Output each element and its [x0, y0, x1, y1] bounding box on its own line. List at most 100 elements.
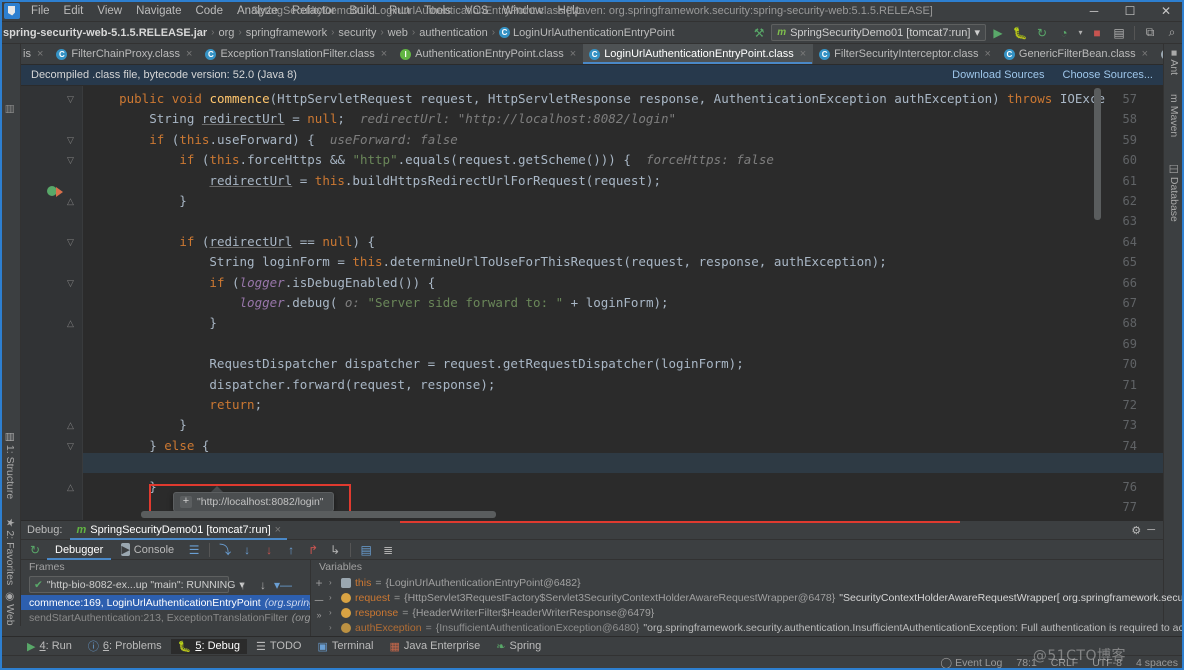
editor-tab-partial[interactable]: is × — [21, 44, 50, 64]
code-fold-icon[interactable]: △ — [65, 477, 76, 497]
rerun-icon[interactable]: ↻ — [1032, 23, 1052, 42]
menu-item-edit[interactable]: Edit — [57, 1, 91, 21]
variable-row-response[interactable]: › response = {HeaderWriterFilter$HeaderW… — [311, 605, 1184, 620]
chevron-right-icon[interactable]: › — [329, 578, 337, 587]
add-watch-button[interactable]: + — [315, 576, 322, 590]
toolwindow-button-spring[interactable]: ❧ Spring — [489, 639, 548, 654]
code-line[interactable]: redirectUrl = this.buildHttpsRedirectUrl… — [89, 171, 661, 191]
minimize-button[interactable]: ─ — [1076, 0, 1112, 22]
plus-icon[interactable]: + — [180, 496, 192, 508]
step-out-icon[interactable]: ↑ — [281, 540, 301, 559]
code-line[interactable]: } — [89, 313, 217, 333]
variable-row-request[interactable]: › request = {HttpServlet3RequestFactory$… — [311, 590, 1184, 605]
breadcrumb-item-jar[interactable]: spring-security-web-5.1.5.RELEASE.jar — [3, 27, 207, 39]
hide-icon[interactable]: ─ — [1147, 524, 1155, 536]
code-fold-icon[interactable]: ▽ — [65, 232, 76, 252]
stop-icon[interactable]: ■ — [1087, 23, 1107, 42]
force-step-into-icon[interactable]: ↱ — [303, 540, 323, 559]
frame-row[interactable]: commence:169, LoginUrlAuthenticationEntr… — [21, 595, 310, 610]
toolwindow-button-java-enterprise[interactable]: ▦ Java Enterprise — [382, 639, 487, 654]
toolwindow-button-problems[interactable]: ⓘ 6: Problems — [81, 637, 169, 655]
sidebar-item-database[interactable]: ◫ Database — [1168, 164, 1180, 222]
toolwindow-button-terminal[interactable]: ▣ Terminal — [310, 639, 380, 654]
sidebar-item-project-partial[interactable]: ▤ — [4, 104, 16, 114]
menu-item-tools[interactable]: Tools — [417, 1, 458, 21]
debug-session-tab[interactable]: m SpringSecurityDemo01 [tomcat7:run] × — [70, 521, 287, 540]
toolwindow-button-debug[interactable]: 🐛 5: Debug — [170, 638, 247, 654]
download-sources-link[interactable]: Download Sources — [952, 69, 1044, 81]
breadcrumb-item-org[interactable]: org — [219, 27, 235, 39]
breadcrumb-item-security[interactable]: security — [338, 27, 376, 39]
code-line[interactable]: dispatcher.forward(request, response); — [89, 375, 495, 395]
close-icon[interactable]: × — [984, 48, 990, 60]
code-line[interactable]: } — [89, 477, 157, 497]
thread-selector[interactable]: ✔ "http-bio-8082-ex...up "main": RUNNING… — [29, 576, 245, 593]
run-to-cursor-icon[interactable]: ↳ — [325, 540, 345, 559]
code-fold-icon[interactable]: ▽ — [65, 150, 76, 170]
close-button[interactable]: ✕ — [1148, 0, 1184, 22]
chevron-right-icon[interactable]: › — [329, 608, 337, 617]
editor-vertical-scrollbar[interactable] — [1094, 88, 1101, 220]
sidebar-item-web[interactable]: ◉ Web — [4, 592, 16, 626]
breadcrumb-item-authentication[interactable]: authentication — [419, 27, 488, 39]
editor-tab-loginurlauthenticationentrypoint[interactable]: C LoginUrlAuthenticationEntryPoint.class… — [583, 44, 814, 64]
run-configuration-selector[interactable]: m SpringSecurityDemo01 [tomcat7:run] ▾ — [771, 24, 986, 41]
close-icon[interactable]: × — [800, 48, 806, 60]
code-line[interactable]: if (this.forceHttps && "http".equals(req… — [89, 150, 774, 170]
chevron-right-icon[interactable]: › — [329, 593, 337, 602]
sidebar-item-favorites[interactable]: ★ 2: Favorites — [4, 518, 16, 585]
code-line[interactable]: } — [89, 415, 187, 435]
step-over-icon[interactable]: ↓ — [237, 540, 257, 559]
code-fold-icon[interactable]: △ — [65, 415, 76, 435]
close-icon[interactable]: × — [37, 48, 43, 60]
maximize-button[interactable]: ☐ — [1112, 0, 1148, 22]
sidebar-item-structure[interactable]: ▤ 1: Structure — [4, 432, 16, 499]
code-line[interactable]: String loginForm = this.determineUrlToUs… — [89, 252, 886, 272]
tab-console[interactable]: ▶ Console — [113, 540, 182, 560]
sort-down-icon[interactable]: ↓ — [253, 576, 273, 595]
menu-item-view[interactable]: View — [90, 1, 129, 21]
build-hammer-icon[interactable]: ⚒ — [749, 23, 769, 42]
code-line[interactable]: String redirectUrl = null; redirectUrl: … — [89, 109, 676, 129]
tab-debugger[interactable]: Debugger — [47, 540, 112, 560]
variable-row-authexception[interactable]: › authException = {InsufficientAuthentic… — [311, 620, 1184, 635]
code-editor[interactable]: 57 ▽ 58 59 ▽ 60 ▽ 61 62 △ 63 64 ▽ 65 66 ▽ 67 68 △ 69 70 71 72 7… — [21, 86, 1163, 520]
breadcrumb-item-class[interactable]: C LoginUrlAuthenticationEntryPoint — [499, 27, 674, 39]
updates-icon[interactable]: ⧉ — [1140, 23, 1160, 42]
close-icon[interactable]: × — [186, 48, 192, 60]
debug-icon[interactable]: 🐛 — [1010, 23, 1030, 42]
close-icon[interactable]: × — [570, 48, 576, 60]
breadcrumb-item-springframework[interactable]: springframework — [246, 27, 327, 39]
menu-item-analyze[interactable]: Analyze — [230, 1, 285, 21]
coverage-dropdown-icon[interactable]: ▾ — [1076, 23, 1085, 42]
choose-sources-link[interactable]: Choose Sources... — [1063, 69, 1154, 81]
code-line[interactable]: logger.debug( o: "Server side forward to… — [89, 293, 669, 313]
editor-tab-exceptiontranslationfilter[interactable]: C ExceptionTranslationFilter.class × — [199, 44, 394, 64]
toolwindow-button-run[interactable]: ▶ 4: Run — [20, 639, 79, 654]
evaluate-expression-icon[interactable]: ▤ — [356, 540, 376, 559]
inline-value-tooltip[interactable]: + "http://localhost:8082/login" — [173, 492, 334, 512]
step-into-icon[interactable]: ↓ — [259, 540, 279, 559]
code-line[interactable]: return; — [89, 395, 262, 415]
code-fold-icon[interactable]: △ — [65, 191, 76, 211]
code-line[interactable]: public void commence(HttpServletRequest … — [89, 89, 1105, 109]
menu-item-help[interactable]: Help — [550, 1, 588, 21]
editor-tab-genericfilterbean[interactable]: C GenericFilterBean.class × — [998, 44, 1155, 64]
editor-tab-filterchainproxy[interactable]: C FilterChainProxy.class × — [50, 44, 199, 64]
code-fold-icon[interactable]: △ — [65, 313, 76, 333]
menu-item-build[interactable]: Build — [342, 1, 382, 21]
coverage-icon[interactable]: ◔ — [1054, 23, 1074, 42]
code-fold-icon[interactable]: ▽ — [65, 89, 76, 109]
variable-row-this[interactable]: › this = {LoginUrlAuthenticationEntryPoi… — [311, 575, 1184, 590]
chevron-right-icon[interactable]: › — [329, 623, 337, 632]
restart-icon[interactable]: ↻ — [25, 540, 45, 559]
menu-item-refactor[interactable]: Refactor — [285, 1, 342, 21]
code-line[interactable]: RequestDispatcher dispatcher = request.g… — [89, 354, 743, 374]
close-icon[interactable]: × — [275, 524, 281, 536]
remove-watch-button[interactable]: ─ — [315, 593, 324, 607]
menu-item-window[interactable]: Window — [496, 1, 551, 21]
sidebar-item-ant[interactable]: ■ Ant — [1168, 50, 1180, 75]
sort-up-icon[interactable]: ↑ — [233, 576, 253, 595]
code-line[interactable]: } — [89, 191, 187, 211]
code-line[interactable]: if (redirectUrl == null) { — [89, 232, 375, 252]
